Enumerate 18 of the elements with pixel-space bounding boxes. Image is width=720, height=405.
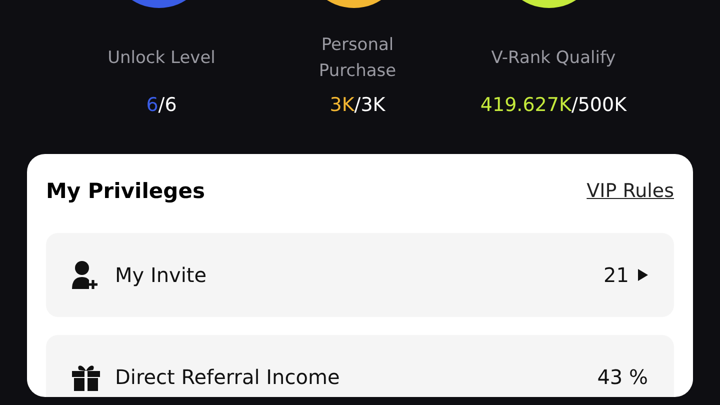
privilege-label: Direct Referral Income — [115, 364, 341, 391]
stat-target-value: /500K — [571, 93, 627, 118]
stat-current-value: 419.627K — [480, 93, 572, 118]
privilege-label: My Invite — [115, 262, 208, 289]
stat-current-value: 6 — [146, 93, 158, 118]
privilege-value: 21 — [604, 262, 629, 289]
stat-label: Unlock Level — [106, 47, 216, 70]
stat-label: Personal Purchase — [318, 34, 398, 83]
stat-target-value: /3K — [354, 93, 386, 118]
add-user-icon — [71, 260, 99, 290]
vip-rules-link[interactable]: VIP Rules — [586, 177, 674, 206]
stat-target-value: /6 — [158, 93, 177, 118]
stat-label: V-Rank Qualify — [490, 47, 617, 70]
stat-current-value: 3K — [330, 93, 354, 118]
section-title: My Privileges — [46, 178, 205, 204]
privilege-value: 43 % — [597, 364, 648, 391]
privilege-row[interactable]: My Invite 21 — [46, 233, 674, 317]
play-arrow-icon — [638, 269, 648, 281]
